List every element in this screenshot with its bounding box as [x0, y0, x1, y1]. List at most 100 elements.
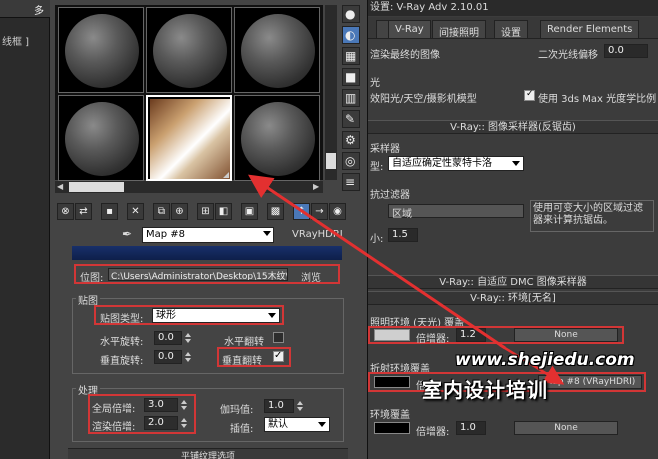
scroll-right-icon[interactable]: ▶ — [313, 182, 319, 191]
show-map-icon[interactable]: ▣ — [241, 203, 258, 220]
image-sampler-header[interactable]: V-Ray:: 图像采样器(反锯齿) — [368, 120, 658, 134]
show-end-result-icon[interactable]: ▩ — [267, 203, 284, 220]
put-to-scene-icon[interactable]: ⇄ — [75, 203, 92, 220]
screen: 多 线框 ] ◀ ▶ ● ◐ ▦ ■ ▥ ✎ ⚙ ◎ ≡ ⊗ ⇄ ▪ ✕ ⧉ ⊕… — [0, 0, 658, 459]
v-flip-checkbox[interactable]: ✓ — [273, 350, 284, 362]
render-mult-spinner[interactable] — [180, 416, 188, 430]
hdri-preview — [150, 99, 230, 179]
refr-mult-input[interactable]: 1.0 — [456, 421, 486, 435]
get-material-icon[interactable]: ⊗ — [57, 203, 74, 220]
tab-vray[interactable]: V-Ray — [388, 20, 431, 39]
sample-slot[interactable] — [234, 95, 320, 181]
gamma-input[interactable]: 1.0 — [264, 399, 294, 413]
material-id-icon[interactable]: ◧ — [215, 203, 232, 220]
overall-mult-input[interactable]: 3.0 — [144, 398, 178, 412]
tiling-rollout-header[interactable]: 平铺纹理选项 — [68, 448, 348, 459]
gi-color-swatch[interactable] — [374, 329, 410, 341]
left-panel: 多 线框 ] — [0, 0, 50, 459]
interp-label: 插值: — [230, 424, 254, 435]
sample-slot[interactable] — [58, 7, 144, 93]
background-icon[interactable]: ▦ — [342, 47, 360, 65]
use-3ds-checkbox[interactable]: ✓ — [524, 89, 535, 101]
options-icon[interactable]: ⚙ — [342, 131, 360, 149]
render-mult-input[interactable]: 2.0 — [144, 416, 178, 430]
make-copy-icon[interactable]: ⧉ — [153, 203, 170, 220]
mapping-type-select[interactable]: 球形 — [152, 308, 280, 323]
map-name-field[interactable]: Map #8 — [142, 227, 274, 243]
secondary-offset-label: 二次光线偏移 — [538, 50, 598, 61]
check-icon: ✓ — [274, 350, 283, 361]
interp-select[interactable]: 默认 — [264, 417, 330, 432]
go-forward-sibling-icon[interactable]: → — [311, 203, 328, 220]
select-by-material-icon[interactable]: ◎ — [342, 152, 360, 170]
h-flip-checkbox[interactable] — [273, 332, 284, 343]
render-mult-label: 渲染倍增: — [92, 422, 136, 433]
scroll-thumb[interactable] — [326, 153, 336, 169]
bitmap-path-field[interactable]: C:\Users\Administrator\Desktop\15木纹\Y — [108, 268, 288, 281]
chevron-down-icon[interactable] — [318, 422, 326, 427]
sample-sphere — [65, 102, 139, 176]
sample-type-icon[interactable]: ● — [342, 5, 360, 23]
sample-slot[interactable] — [234, 7, 320, 93]
dmc-sampler-header[interactable]: V-Ray:: 自适应 DMC 图像采样器 — [368, 275, 658, 289]
refr-color-swatch[interactable] — [374, 422, 410, 434]
sampler-type-select[interactable]: 自适应确定性蒙特卡洛 — [388, 156, 524, 171]
material-navigator-icon[interactable]: ≡ — [342, 173, 360, 191]
h-rotate-spinner[interactable] — [184, 331, 192, 345]
v-rotate-spinner[interactable] — [184, 350, 192, 364]
gamma-label: 伽玛值: — [220, 405, 254, 416]
chevron-down-icon[interactable] — [512, 161, 520, 166]
scroll-left-icon[interactable]: ◀ — [57, 182, 63, 191]
scroll-thumb[interactable] — [69, 182, 124, 192]
go-to-parent-icon[interactable]: ↑ — [293, 203, 310, 220]
gi-mult-input[interactable]: 1.2 — [456, 328, 486, 342]
filter-label: 抗过滤器 — [370, 190, 410, 201]
slot-corner-icon — [223, 172, 229, 178]
refr-map-button[interactable]: None — [514, 421, 618, 435]
v-rotate-input[interactable]: 0.0 — [154, 350, 182, 364]
make-preview-icon[interactable]: ✎ — [342, 110, 360, 128]
secondary-offset-input[interactable]: 0.0 — [604, 44, 648, 58]
pick-from-object-icon[interactable]: ◉ — [329, 203, 346, 220]
material-toolbar: ⊗ ⇄ ▪ ✕ ⧉ ⊕ ⊞ ◧ ▣ ▩ ↑ → ◉ — [55, 203, 355, 221]
put-to-library-icon[interactable]: ⊞ — [197, 203, 214, 220]
h-rotate-label: 水平旋转: — [100, 337, 144, 348]
refl-map-button[interactable]: Map #8 (VRayHDRI) — [538, 375, 642, 389]
tab-indirect[interactable]: 间接照明 — [432, 20, 486, 39]
sample-sphere — [241, 102, 315, 176]
refl-color-swatch[interactable] — [374, 376, 410, 388]
check-icon: ✓ — [526, 89, 534, 99]
browse-button[interactable]: 浏览 — [301, 269, 321, 284]
uv-tiling-icon[interactable]: ■ — [342, 68, 360, 86]
size-input[interactable]: 1.5 — [388, 228, 418, 242]
filter-select[interactable]: 区域 — [388, 204, 524, 220]
left-tab-header[interactable]: 多 — [0, 0, 50, 18]
filter-description: 使用可变大小的区域过滤器来计算抗锯齿。 — [530, 200, 654, 232]
chevron-down-icon[interactable] — [268, 313, 276, 318]
tab-settings[interactable]: 设置 — [494, 20, 528, 39]
reset-map-icon[interactable]: ✕ — [127, 203, 144, 220]
make-unique-icon[interactable]: ⊕ — [171, 203, 188, 220]
section-glyph: 光 — [370, 78, 380, 89]
chevron-down-icon[interactable] — [263, 231, 271, 236]
map-name-text: Map #8 — [146, 229, 186, 240]
assign-to-selection-icon[interactable]: ▪ — [101, 203, 118, 220]
tab-render-elements[interactable]: Render Elements — [540, 20, 640, 39]
video-color-icon[interactable]: ▥ — [342, 89, 360, 107]
backlight-icon[interactable]: ◐ — [342, 26, 360, 44]
sample-slot[interactable] — [146, 7, 232, 93]
map-type-button[interactable]: VRayHDRI — [292, 229, 343, 240]
left-tab-glyph: 多 — [34, 6, 44, 17]
sample-slot-selected[interactable] — [146, 95, 232, 181]
mapping-type-label: 贴图类型: — [100, 314, 144, 325]
eyedropper-icon[interactable]: ✒ — [122, 227, 136, 243]
gamma-spinner[interactable] — [296, 399, 304, 413]
h-rotate-input[interactable]: 0.0 — [154, 331, 182, 345]
sample-slot[interactable] — [58, 95, 144, 181]
v-rotate-label: 垂直旋转: — [100, 356, 144, 367]
slots-horizontal-scrollbar[interactable]: ◀ ▶ — [55, 181, 323, 193]
environment-header[interactable]: V-Ray:: 环境[无名] — [368, 291, 658, 305]
gi-map-button[interactable]: None — [514, 328, 618, 342]
overall-mult-spinner[interactable] — [180, 398, 188, 412]
slots-vertical-scrollbar[interactable] — [325, 5, 337, 180]
